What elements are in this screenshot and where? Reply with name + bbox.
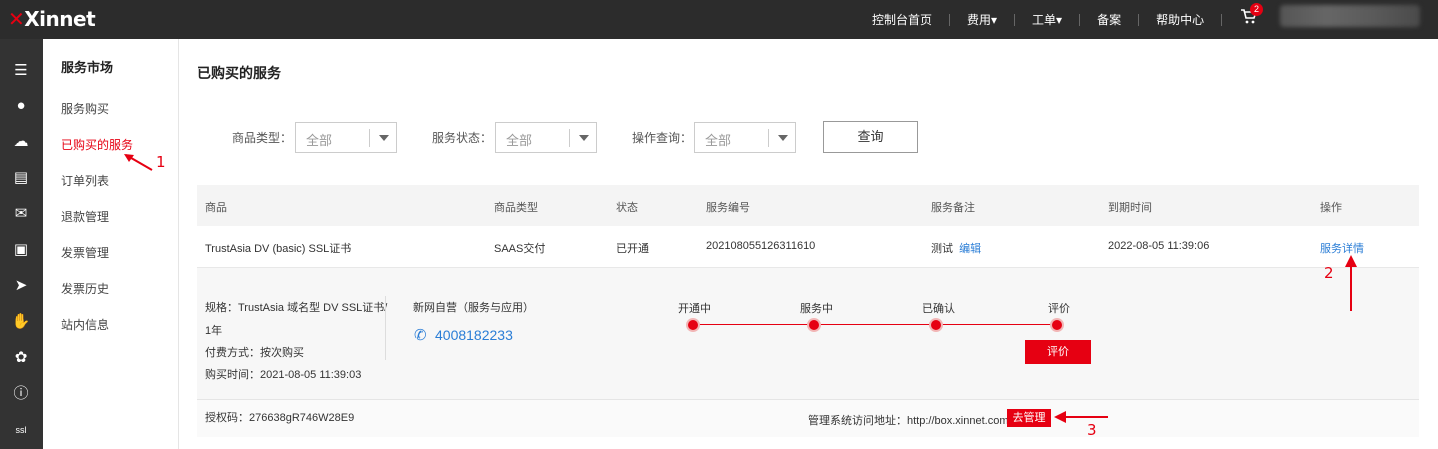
filter-label-product-type: 商品类型： bbox=[232, 131, 293, 145]
step-dot bbox=[1050, 318, 1064, 332]
nav-help[interactable]: 帮助中心 bbox=[1156, 11, 1204, 28]
table-header bbox=[197, 185, 1419, 226]
chevron-down-icon bbox=[369, 129, 396, 147]
sidebar-item-invoice-history[interactable]: 发票历史 bbox=[61, 280, 109, 297]
annotation-number-1: 1 bbox=[156, 153, 166, 171]
cell-product: TrustAsia DV (basic) SSL证书 bbox=[205, 243, 352, 255]
column-header-product: 商品 bbox=[205, 202, 227, 214]
chevron-down-icon bbox=[768, 129, 795, 147]
manage-url: 管理系统访问地址：http://box.xinnet.com bbox=[808, 415, 1009, 427]
chart-icon[interactable]: ▣ bbox=[11, 240, 31, 260]
spec-text: 规格：TrustAsia 域名型 DV SSL证书/ bbox=[205, 302, 388, 314]
sidebar-item-orders[interactable]: 订单列表 bbox=[61, 172, 109, 189]
remark-text: 测试 bbox=[931, 243, 953, 255]
cart-icon[interactable]: 2 bbox=[1240, 3, 1263, 29]
query-button[interactable]: 查询 bbox=[823, 121, 918, 153]
manage-button[interactable]: 去管理 bbox=[1007, 409, 1051, 427]
user-account-area[interactable] bbox=[1280, 5, 1420, 27]
spec-text-cont: 1年 bbox=[205, 325, 223, 337]
xinnet-logo[interactable]: ✕Xinnet bbox=[8, 7, 96, 31]
filter-label-service-status: 服务状态： bbox=[432, 131, 493, 145]
rate-button[interactable]: 评价 bbox=[1025, 340, 1091, 364]
sidebar-item-refunds[interactable]: 退款管理 bbox=[61, 208, 109, 225]
column-header-service-no: 服务编号 bbox=[706, 202, 750, 214]
cell-service-no: 202108055126311610 bbox=[706, 240, 816, 252]
column-header-expire: 到期时间 bbox=[1108, 202, 1152, 214]
column-header-remark: 服务备注 bbox=[931, 202, 975, 214]
nav-tickets[interactable]: 工单▾ bbox=[1032, 11, 1062, 28]
sidebar: 服务市场 服务购买 已购买的服务 订单列表 退款管理 发票管理 发票历史 站内信… bbox=[43, 39, 179, 449]
sidebar-item-service-purchase[interactable]: 服务购买 bbox=[61, 100, 109, 117]
info-icon[interactable]: ⓘ bbox=[11, 384, 31, 404]
payment-method: 付费方式：按次购买 bbox=[205, 347, 304, 359]
sidebar-item-messages[interactable]: 站内信息 bbox=[61, 316, 109, 333]
mail-icon[interactable]: ✉ bbox=[11, 204, 31, 224]
send-icon[interactable]: ➤ bbox=[11, 276, 31, 296]
phone-icon: ✆ bbox=[414, 327, 427, 344]
page-title: 已购买的服务 bbox=[197, 65, 281, 81]
step-label-review: 评价 bbox=[1048, 303, 1070, 315]
cart-count-badge: 2 bbox=[1250, 3, 1263, 16]
select-value: 全部 bbox=[306, 133, 333, 148]
top-bar: ✕Xinnet 控制台首页 费用▾ 工单▾ 备案 帮助中心 2 bbox=[0, 0, 1438, 39]
nav-divider bbox=[1014, 13, 1016, 26]
cell-expire: 2022-08-05 11:39:06 bbox=[1108, 240, 1210, 252]
annotation-arrow-2 bbox=[1345, 255, 1357, 311]
nav-divider bbox=[1221, 13, 1223, 26]
cloud-icon[interactable]: ☁ bbox=[11, 132, 31, 152]
step-label-confirmed: 已确认 bbox=[922, 303, 955, 315]
nav-filing[interactable]: 备案 bbox=[1097, 11, 1121, 28]
column-header-status: 状态 bbox=[616, 202, 638, 214]
column-header-action: 操作 bbox=[1320, 202, 1342, 214]
cell-type: SAAS交付 bbox=[494, 243, 546, 255]
top-nav: 控制台首页 费用▾ 工单▾ 备案 帮助中心 bbox=[872, 0, 1239, 39]
service-status-select[interactable]: 全部 bbox=[495, 122, 597, 153]
annotation-arrow-3 bbox=[1054, 411, 1108, 423]
cluster-icon[interactable]: ✿ bbox=[11, 348, 31, 368]
column-header-type: 商品类型 bbox=[494, 202, 538, 214]
hand-icon[interactable]: ✋ bbox=[11, 312, 31, 332]
step-dot bbox=[807, 318, 821, 332]
logo-text: Xinnet bbox=[24, 7, 96, 31]
nav-console-home[interactable]: 控制台首页 bbox=[872, 11, 932, 28]
sidebar-title: 服务市场 bbox=[61, 60, 114, 75]
nav-divider bbox=[1079, 13, 1081, 26]
menu-icon[interactable]: ☰ bbox=[11, 61, 31, 81]
chevron-down-icon bbox=[569, 129, 596, 147]
nav-fees[interactable]: 费用▾ bbox=[967, 11, 997, 28]
purchase-time: 购买时间：2021-08-05 11:39:03 bbox=[205, 369, 362, 381]
product-type-select[interactable]: 全部 bbox=[295, 122, 397, 153]
step-dot bbox=[929, 318, 943, 332]
step-label-activating: 开通中 bbox=[678, 303, 711, 315]
service-detail-panel bbox=[197, 268, 1419, 399]
icon-rail: ☰ ● ☁ ▤ ✉ ▣ ➤ ✋ ✿ ⓘ ssl bbox=[0, 39, 43, 449]
service-details-link[interactable]: 服务详情 bbox=[1320, 240, 1364, 256]
nav-divider bbox=[949, 13, 951, 26]
auth-code: 授权码：276638gR746W28E9 bbox=[205, 412, 355, 424]
select-value: 全部 bbox=[705, 133, 732, 148]
operation-select[interactable]: 全部 bbox=[694, 122, 796, 153]
select-value: 全部 bbox=[506, 133, 533, 148]
nav-divider bbox=[1138, 13, 1140, 26]
phone-number[interactable]: 4008182233 bbox=[435, 327, 513, 343]
vendor-name: 新网自营（服务与应用） bbox=[413, 302, 534, 314]
filter-label-operation: 操作查询： bbox=[632, 131, 693, 145]
cell-remark: 测试 编辑 bbox=[931, 240, 981, 256]
logo-x-mark: ✕ bbox=[8, 7, 25, 31]
annotation-number-2: 2 bbox=[1324, 264, 1334, 282]
sidebar-item-invoices[interactable]: 发票管理 bbox=[61, 244, 109, 261]
ssl-icon[interactable]: ssl bbox=[11, 420, 31, 440]
step-dot bbox=[686, 318, 700, 332]
annotation-arrow-1 bbox=[124, 154, 153, 171]
server-icon[interactable]: ▤ bbox=[11, 168, 31, 188]
divider bbox=[385, 296, 386, 360]
cell-status: 已开通 bbox=[616, 243, 649, 255]
progress-line bbox=[693, 324, 1057, 325]
edit-remark-link[interactable]: 编辑 bbox=[959, 243, 981, 255]
annotation-number-3: 3 bbox=[1087, 421, 1097, 439]
globe-icon[interactable]: ● bbox=[11, 96, 31, 116]
step-label-in-service: 服务中 bbox=[800, 303, 833, 315]
